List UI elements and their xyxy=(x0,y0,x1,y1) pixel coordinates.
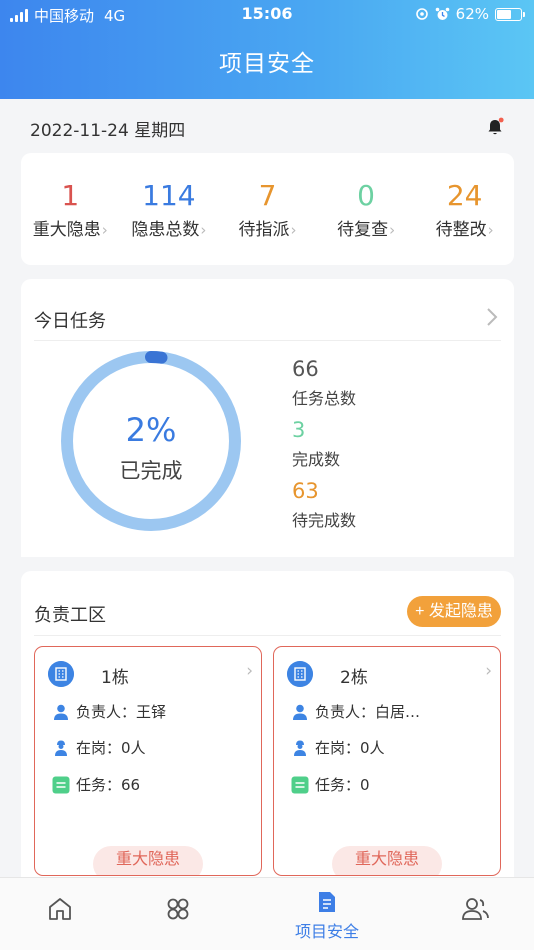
pending-tasks-value: 63 xyxy=(292,479,319,503)
zone-name: 1栋 xyxy=(101,668,129,688)
stat-label: 待整改 xyxy=(435,220,487,240)
stat-label: 重大隐患 xyxy=(32,220,101,240)
major-hazard-tag: 重大隐患 xyxy=(332,846,442,875)
stat-value: 114 xyxy=(142,179,196,212)
stat-to-review[interactable]: 0 待复查› xyxy=(317,153,416,265)
progress-label: 已完成 xyxy=(119,459,183,483)
current-date: 2022-11-24 星期四 xyxy=(30,121,186,141)
done-tasks-value: 3 xyxy=(292,418,306,442)
chevron-right-icon: › xyxy=(101,221,108,239)
notification-badge xyxy=(498,117,504,123)
section-title: 今日任务 xyxy=(34,311,106,332)
status-bar: 中国移动 4G 15:06 62% xyxy=(0,0,534,30)
tab-label: 项目安全 xyxy=(294,922,359,941)
total-tasks-label: 任务总数 xyxy=(292,389,357,408)
task-count: 0 xyxy=(360,775,370,794)
stat-value: 1 xyxy=(61,179,80,212)
stat-to-rectify[interactable]: 24 待整改› xyxy=(415,153,514,265)
manager-label: 负责人： xyxy=(315,703,376,721)
users-icon xyxy=(462,898,489,920)
total-tasks-value: 66 xyxy=(292,357,319,381)
worker-icon xyxy=(55,740,67,756)
stat-major-hazards[interactable]: 1 重大隐患› xyxy=(21,153,120,265)
tab-users[interactable] xyxy=(456,896,496,936)
stat-value: 24 xyxy=(446,179,483,212)
document-icon xyxy=(319,892,335,912)
progress-percent: 2% xyxy=(125,411,177,449)
divider xyxy=(34,340,501,341)
stat-to-assign[interactable]: 7 待指派› xyxy=(218,153,317,265)
work-zones-card: 负责工区 + 发起隐患 1栋 › 负责人： 王铎 在岗： 0人 任务： 66 重大隐患… xyxy=(21,571,514,891)
stat-label: 待指派 xyxy=(238,220,290,240)
building-icon xyxy=(287,661,313,687)
person-icon xyxy=(293,704,307,720)
apps-icon xyxy=(167,898,189,920)
manager-name: 白居… xyxy=(375,703,421,721)
pending-tasks-label: 待完成数 xyxy=(292,511,357,530)
chevron-right-icon[interactable] xyxy=(486,307,498,327)
hazard-stats-card: 1 重大隐患› 114 隐患总数› 7 待指派› 0 待复查› 24 待整改› xyxy=(21,153,514,265)
page-title: 项目安全 xyxy=(219,51,315,77)
zone-card-building-2[interactable]: 2栋 › 负责人： 白居… 在岗： 0人 任务： 0 重大隐患 xyxy=(273,646,501,876)
stat-label: 隐患总数 xyxy=(131,220,200,240)
stat-value: 0 xyxy=(357,179,375,212)
orientation-lock-icon xyxy=(415,8,428,20)
alarm-icon xyxy=(435,7,449,20)
chevron-right-icon: › xyxy=(485,661,492,681)
chevron-right-icon: › xyxy=(200,221,207,239)
chevron-right-icon: › xyxy=(246,661,253,681)
person-icon xyxy=(54,704,68,720)
onduty-label: 在岗： xyxy=(76,739,122,757)
task-list-icon xyxy=(291,776,309,793)
app-header: 中国移动 4G 15:06 62% 项目安全 xyxy=(0,0,534,99)
divider xyxy=(34,635,501,636)
battery-icon xyxy=(495,7,525,21)
stat-total-hazards[interactable]: 114 隐患总数› xyxy=(120,153,219,265)
tab-apps[interactable] xyxy=(158,896,198,936)
done-tasks-label: 完成数 xyxy=(292,450,341,469)
onduty-label: 在岗： xyxy=(315,739,361,757)
today-tasks-card: 今日任务 2% 已完成 66 任务总数 3 完成数 63 待完成数 xyxy=(21,279,514,557)
task-count: 66 xyxy=(121,775,141,794)
chevron-right-icon: › xyxy=(487,221,494,239)
home-icon xyxy=(49,898,71,920)
worker-icon xyxy=(294,740,306,756)
manager-label: 负责人： xyxy=(76,703,137,721)
manager-name: 王铎 xyxy=(136,703,167,721)
bell-icon[interactable] xyxy=(486,117,504,137)
tab-home[interactable] xyxy=(40,896,80,936)
task-label: 任务： xyxy=(315,776,361,794)
zone-name: 2栋 xyxy=(340,668,368,688)
stat-label: 待复查 xyxy=(337,220,389,240)
chevron-right-icon: › xyxy=(389,221,396,239)
bottom-tab-bar: 项目安全 xyxy=(0,877,534,950)
onduty-count: 0人 xyxy=(360,739,385,757)
task-list-icon xyxy=(52,776,70,793)
major-hazard-tag: 重大隐患 xyxy=(93,846,203,875)
building-icon xyxy=(48,661,74,687)
stat-value: 7 xyxy=(258,179,277,212)
battery-percent: 62% xyxy=(455,5,489,23)
task-label: 任务： xyxy=(76,776,122,794)
chevron-right-icon: › xyxy=(290,221,297,239)
onduty-count: 0人 xyxy=(121,739,146,757)
section-title: 负责工区 xyxy=(34,605,106,626)
zone-card-building-1[interactable]: 1栋 › 负责人： 王铎 在岗： 0人 任务： 66 重大隐患 xyxy=(34,646,262,876)
report-hazard-button[interactable]: + 发起隐患 xyxy=(407,596,501,627)
